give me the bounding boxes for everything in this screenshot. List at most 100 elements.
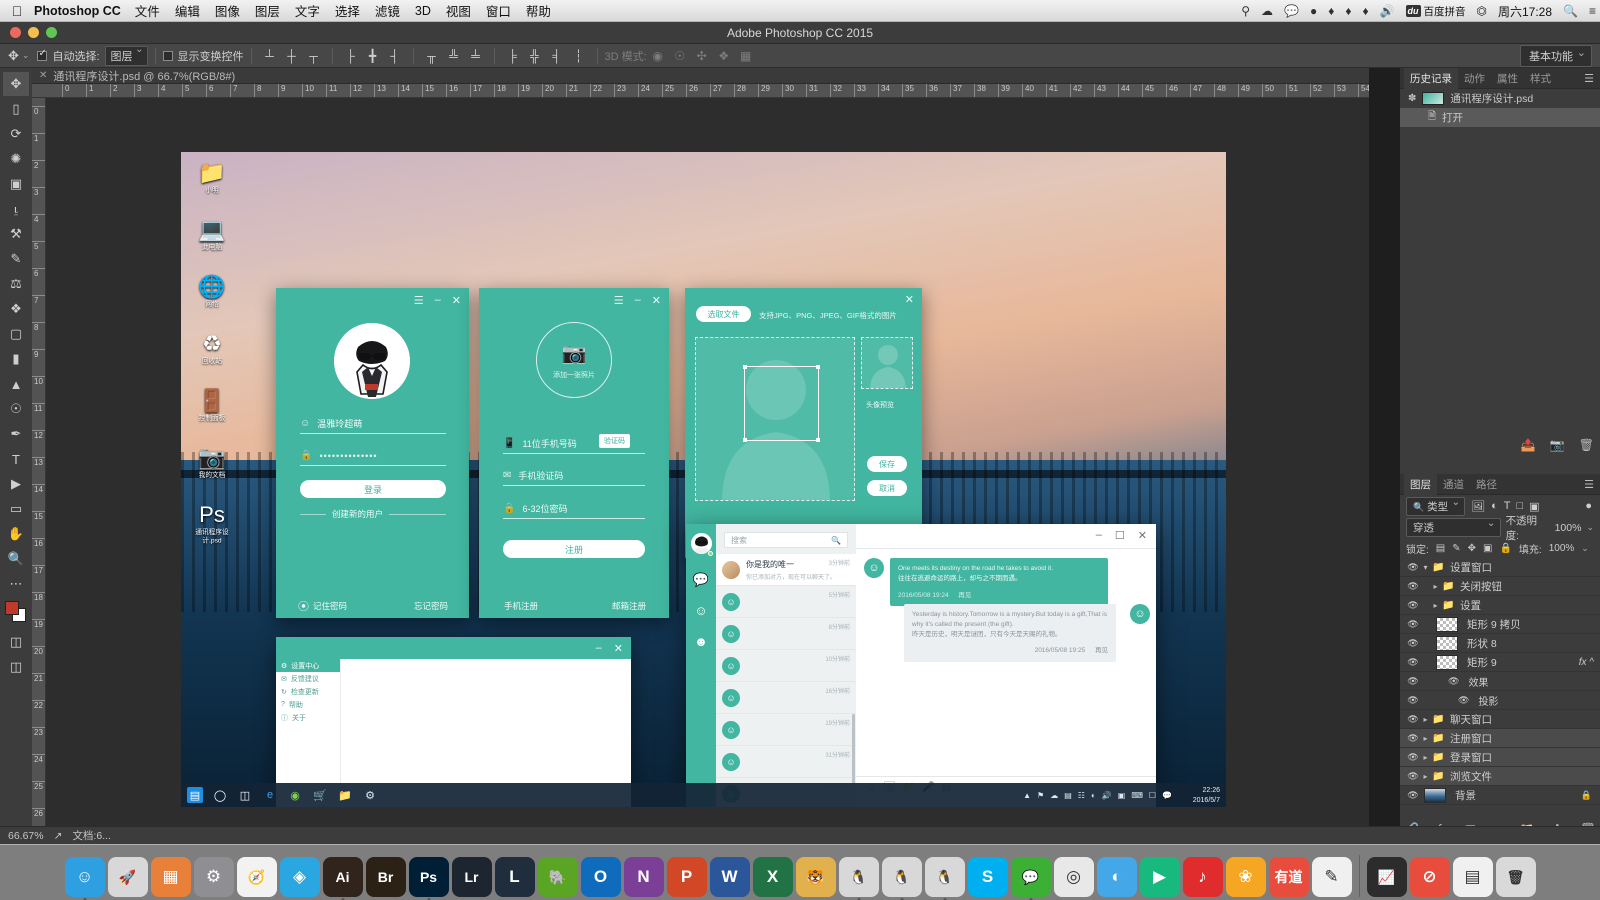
excel-icon[interactable]: X <box>752 857 793 897</box>
edge-browser-icon[interactable]: e <box>262 787 278 803</box>
menu-file[interactable]: 文件 <box>135 1 160 20</box>
qq-icon-3[interactable]: ♦ <box>1362 4 1368 18</box>
qq-icon-2[interactable]: 🐧 <box>881 857 922 900</box>
desktop-icon[interactable]: 🚪 控制面板 <box>189 388 235 423</box>
align-vertical-centers-icon[interactable]: ┼ <box>283 47 301 65</box>
cortana-icon[interactable]: ◯ <box>212 787 228 803</box>
eyedropper-icon[interactable]: ⍸ <box>3 197 29 221</box>
minimize-icon[interactable]: – <box>435 294 441 307</box>
search-icon[interactable]: 🔍 <box>831 536 841 545</box>
panel-menu-icon[interactable]: ☰ <box>1584 72 1594 85</box>
close-icon[interactable]: ✕ <box>39 70 47 81</box>
tab-actions[interactable]: 动作 <box>1458 68 1491 89</box>
username-field[interactable]: ☺ 温雅玲超萌 <box>300 414 446 434</box>
layer-row[interactable]: 👁 ▸ 📁 关闭按钮 <box>1400 577 1600 596</box>
register-button[interactable]: 注册 <box>503 540 645 558</box>
chat-window[interactable]: 💬 ☺ ☻ + ☰ 搜索 🔍 你是我的唯一你已添加对方，现在可以聊天了。3分钟前… <box>686 524 1156 807</box>
creative-cloud-icon[interactable]: ☁ <box>1261 4 1273 18</box>
settings-menu-item[interactable]: ? 帮助 <box>276 698 340 711</box>
move-tool-icon[interactable]: ✥ <box>8 48 19 64</box>
chevron-right-icon[interactable]: ▸ <box>1430 582 1441 591</box>
layer-row[interactable]: 👁 形状 8 <box>1400 634 1600 653</box>
music-icon[interactable]: ♪ <box>1182 857 1223 897</box>
auto-select-scope-dropdown[interactable]: 图层 <box>104 44 148 66</box>
groups-icon[interactable]: ☻ <box>686 634 716 649</box>
list-item[interactable]: 你是我的唯一 你已添加对方，现在可以聊天了。 3分钟前 <box>716 554 856 586</box>
layer-row[interactable]: 👁 ▸ 📁 登录窗口 <box>1400 748 1600 767</box>
distribute-horizontal-center-icon[interactable]: ╬ <box>526 47 544 65</box>
lock-position-icon[interactable]: ✥ <box>1468 543 1476 554</box>
distribute-bottom-icon[interactable]: ╧ <box>467 47 485 65</box>
network-icon[interactable]: ◐ <box>1091 791 1096 800</box>
gradient-tool-icon[interactable]: ▮ <box>3 347 29 371</box>
history-state-open[interactable]: 🗎 打开 <box>1400 108 1600 127</box>
launchpad-icon[interactable]: 🚀 <box>107 857 148 897</box>
chevron-down-icon[interactable]: ⌄ <box>1586 522 1594 533</box>
utilities-icon[interactable]: ✎ <box>1311 857 1352 897</box>
align-top-edges-icon[interactable]: ┴ <box>261 47 279 65</box>
layer-visibility-toggle[interactable]: 👁 <box>1406 619 1420 630</box>
align-right-edges-icon[interactable]: ┤ <box>386 47 404 65</box>
layer-row[interactable]: 👁 ▸ 📁 聊天窗口 <box>1400 710 1600 729</box>
align-left-edges-icon[interactable]: ├ <box>342 47 360 65</box>
spotlight-search-icon[interactable]: ⚲ <box>1241 4 1250 18</box>
opacity-value[interactable]: 100% <box>1555 522 1582 534</box>
more-tools-icon[interactable]: ⋯ <box>3 572 29 596</box>
search-input[interactable]: 搜索 🔍 <box>724 532 848 548</box>
cloud-icon[interactable]: ☁ <box>1050 791 1058 800</box>
smart-object-filter-icon[interactable]: ▣ <box>1529 500 1539 513</box>
tab-history[interactable]: 历史记录 <box>1404 67 1458 89</box>
activity-monitor-icon[interactable]: 📈 <box>1366 857 1407 897</box>
safari-icon[interactable]: 🧭 <box>236 857 277 897</box>
menu-window[interactable]: 窗口 <box>486 1 511 20</box>
canvas-area[interactable]: 📁 小明 💻 此电脑 🌐 网络 ♻ 回收站 🚪 控制面板 📷 我的文档 Ps 通讯程序设计.psd ☰ –… <box>46 98 1369 840</box>
desktop-icon[interactable]: 🌐 网络 <box>189 274 235 309</box>
notification-icon[interactable]: 💬 <box>1162 791 1172 800</box>
crop-tool-icon[interactable]: ▣ <box>3 172 29 196</box>
chevron-right-icon[interactable]: ▸ <box>1430 601 1441 610</box>
shape-tool-icon[interactable]: ▭ <box>3 497 29 521</box>
new-document-from-state-icon[interactable]: 📤 <box>1521 438 1536 452</box>
layer-visibility-toggle[interactable]: 👁 <box>1406 581 1420 592</box>
layer-effects-indicator[interactable]: fx ^ <box>1579 657 1594 668</box>
blend-mode-dropdown[interactable]: 穿透 <box>1406 517 1501 537</box>
settings-window[interactable]: – ✕ ⚙ 设置中心 ✉ 反馈建议 ↻ 检查更新? 帮助 ⓘ 关于 <box>276 637 631 807</box>
close-icon[interactable]: ✕ <box>652 294 661 307</box>
windows-start-icon[interactable]: ▤ <box>187 787 203 803</box>
list-scrollbar[interactable] <box>852 714 855 784</box>
tencent-video-icon[interactable]: ▶ <box>1139 857 1180 897</box>
distribute-right-icon[interactable]: ╡ <box>548 47 566 65</box>
shape-layer-filter-icon[interactable]: □ <box>1517 500 1524 512</box>
login-window[interactable]: ☰ – ✕ ☺ 温雅玲超萌 🔒 •••••••••••••• 登录 创建新的用户… <box>276 288 469 618</box>
trash-icon[interactable]: 🗑 <box>1495 857 1536 897</box>
maximize-icon[interactable]: ☐ <box>1115 529 1125 542</box>
tab-channels[interactable]: 通道 <box>1437 474 1470 495</box>
conversation-list[interactable]: 搜索 🔍 你是我的唯一 你已添加对方，现在可以聊天了。 3分钟前 ☺ 5分钟前 ☺ 8分钟前… <box>716 524 856 807</box>
file-explorer-icon[interactable]: 📁 <box>337 787 353 803</box>
weibo-icon[interactable]: ◐ <box>1096 857 1137 897</box>
create-snapshot-icon[interactable]: 📷 <box>1550 438 1565 452</box>
phone-register-link[interactable]: 手机注册 <box>504 600 538 612</box>
task-view-icon[interactable]: ◫ <box>237 787 253 803</box>
lock-image-pixels-icon[interactable]: ✎ <box>1452 543 1460 554</box>
message-avatar-right[interactable]: ☺ <box>1130 604 1150 624</box>
qq-music-icon[interactable]: ● <box>1310 4 1317 18</box>
chevron-up-icon[interactable]: ▲ <box>1023 791 1031 800</box>
path-selection-icon[interactable]: ▶ <box>3 472 29 496</box>
lock-transparent-pixels-icon[interactable]: ▤ <box>1436 543 1445 554</box>
type-tool-icon[interactable]: T <box>3 447 29 471</box>
layer-visibility-toggle[interactable]: 👁 <box>1406 714 1420 725</box>
cancel-button[interactable]: 取消 <box>867 480 907 496</box>
bridge-icon[interactable]: Br <box>365 857 406 897</box>
photoshop-icon[interactable]: Ps <box>408 857 449 900</box>
register-password-field[interactable]: 🔒 6-32位密码 <box>503 499 645 519</box>
chevron-right-icon[interactable]: ▸ <box>1420 753 1431 762</box>
menu-layer[interactable]: 图层 <box>255 1 280 20</box>
system-preferences-icon[interactable]: ⚙ <box>193 857 234 897</box>
lantern-icon[interactable]: L <box>494 857 535 897</box>
effect-visibility-icon[interactable]: 👁 <box>1458 695 1469 706</box>
tab-paths[interactable]: 路径 <box>1470 474 1503 495</box>
security-icon[interactable]: ⚑ <box>1037 791 1044 800</box>
settings-menu-item[interactable]: ⚙ 设置中心 <box>276 659 340 672</box>
tab-properties[interactable]: 属性 <box>1491 68 1524 89</box>
